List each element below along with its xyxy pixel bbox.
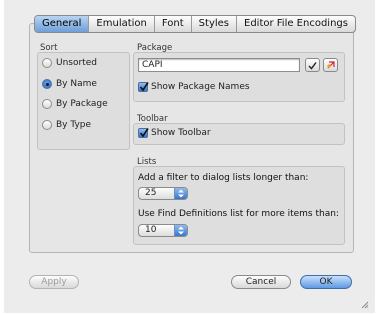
sort-option-by-name[interactable]: By Name (42, 79, 97, 89)
tab-editor-file-encodings[interactable]: Editor File Encodings (237, 16, 355, 32)
filter-threshold-label: Add a filter to dialog lists longer than… (138, 173, 309, 183)
tab-general[interactable]: General (35, 16, 90, 32)
sort-group: Unsorted By Name By Package By Type (37, 52, 130, 150)
toolbar-group: Show Toolbar (133, 123, 345, 145)
radio-by-package[interactable] (42, 99, 52, 109)
tab-font[interactable]: Font (155, 16, 192, 32)
cancel-button[interactable]: Cancel (231, 275, 291, 289)
ok-button[interactable]: OK (300, 275, 352, 289)
find-definitions-label: Use Find Definitions list for more items… (138, 209, 339, 219)
browse-package-button[interactable] (323, 58, 338, 72)
apply-button[interactable]: Apply (29, 275, 79, 289)
checkmark-icon (139, 82, 149, 92)
stepper-arrows-icon[interactable] (174, 225, 187, 236)
package-group: CAPI Show Package Names (133, 52, 345, 102)
sort-option-by-type[interactable]: By Type (42, 120, 91, 130)
show-package-names-label: Show Package Names (151, 82, 250, 92)
checkmark-icon (139, 128, 149, 138)
radio-by-package-label: By Package (56, 99, 108, 109)
checkmark-icon (308, 61, 317, 70)
show-toolbar-row[interactable]: Show Toolbar (138, 128, 211, 138)
show-toolbar-checkbox[interactable] (138, 128, 149, 138)
package-browse-icon (326, 61, 335, 69)
radio-unsorted-label: Unsorted (56, 58, 97, 68)
resize-grip-icon[interactable] (361, 301, 369, 309)
radio-unsorted[interactable] (42, 58, 52, 68)
show-package-names-row[interactable]: Show Package Names (138, 82, 250, 92)
tab-emulation[interactable]: Emulation (89, 16, 155, 32)
sort-option-by-package[interactable]: By Package (42, 99, 108, 109)
filter-threshold-value: 25 (145, 188, 157, 198)
filter-threshold-stepper[interactable]: 25 (138, 187, 188, 200)
package-input[interactable]: CAPI (138, 58, 300, 72)
show-package-names-checkbox[interactable] (138, 82, 149, 92)
radio-by-name[interactable] (42, 79, 52, 89)
radio-by-name-label: By Name (56, 79, 97, 89)
sort-option-unsorted[interactable]: Unsorted (42, 58, 97, 68)
find-definitions-stepper[interactable]: 10 (138, 224, 188, 237)
lists-group: Add a filter to dialog lists longer than… (133, 166, 345, 245)
tab-styles[interactable]: Styles (192, 16, 237, 32)
radio-by-type[interactable] (42, 120, 52, 130)
tab-bar: General Emulation Font Styles Editor Fil… (34, 15, 356, 33)
find-definitions-value: 10 (145, 225, 157, 235)
radio-by-type-label: By Type (56, 120, 92, 130)
stepper-arrows-icon[interactable] (174, 188, 187, 199)
confirm-package-button[interactable] (305, 58, 320, 72)
show-toolbar-label: Show Toolbar (151, 128, 211, 138)
preferences-dialog: General Emulation Font Styles Editor Fil… (4, 0, 375, 313)
